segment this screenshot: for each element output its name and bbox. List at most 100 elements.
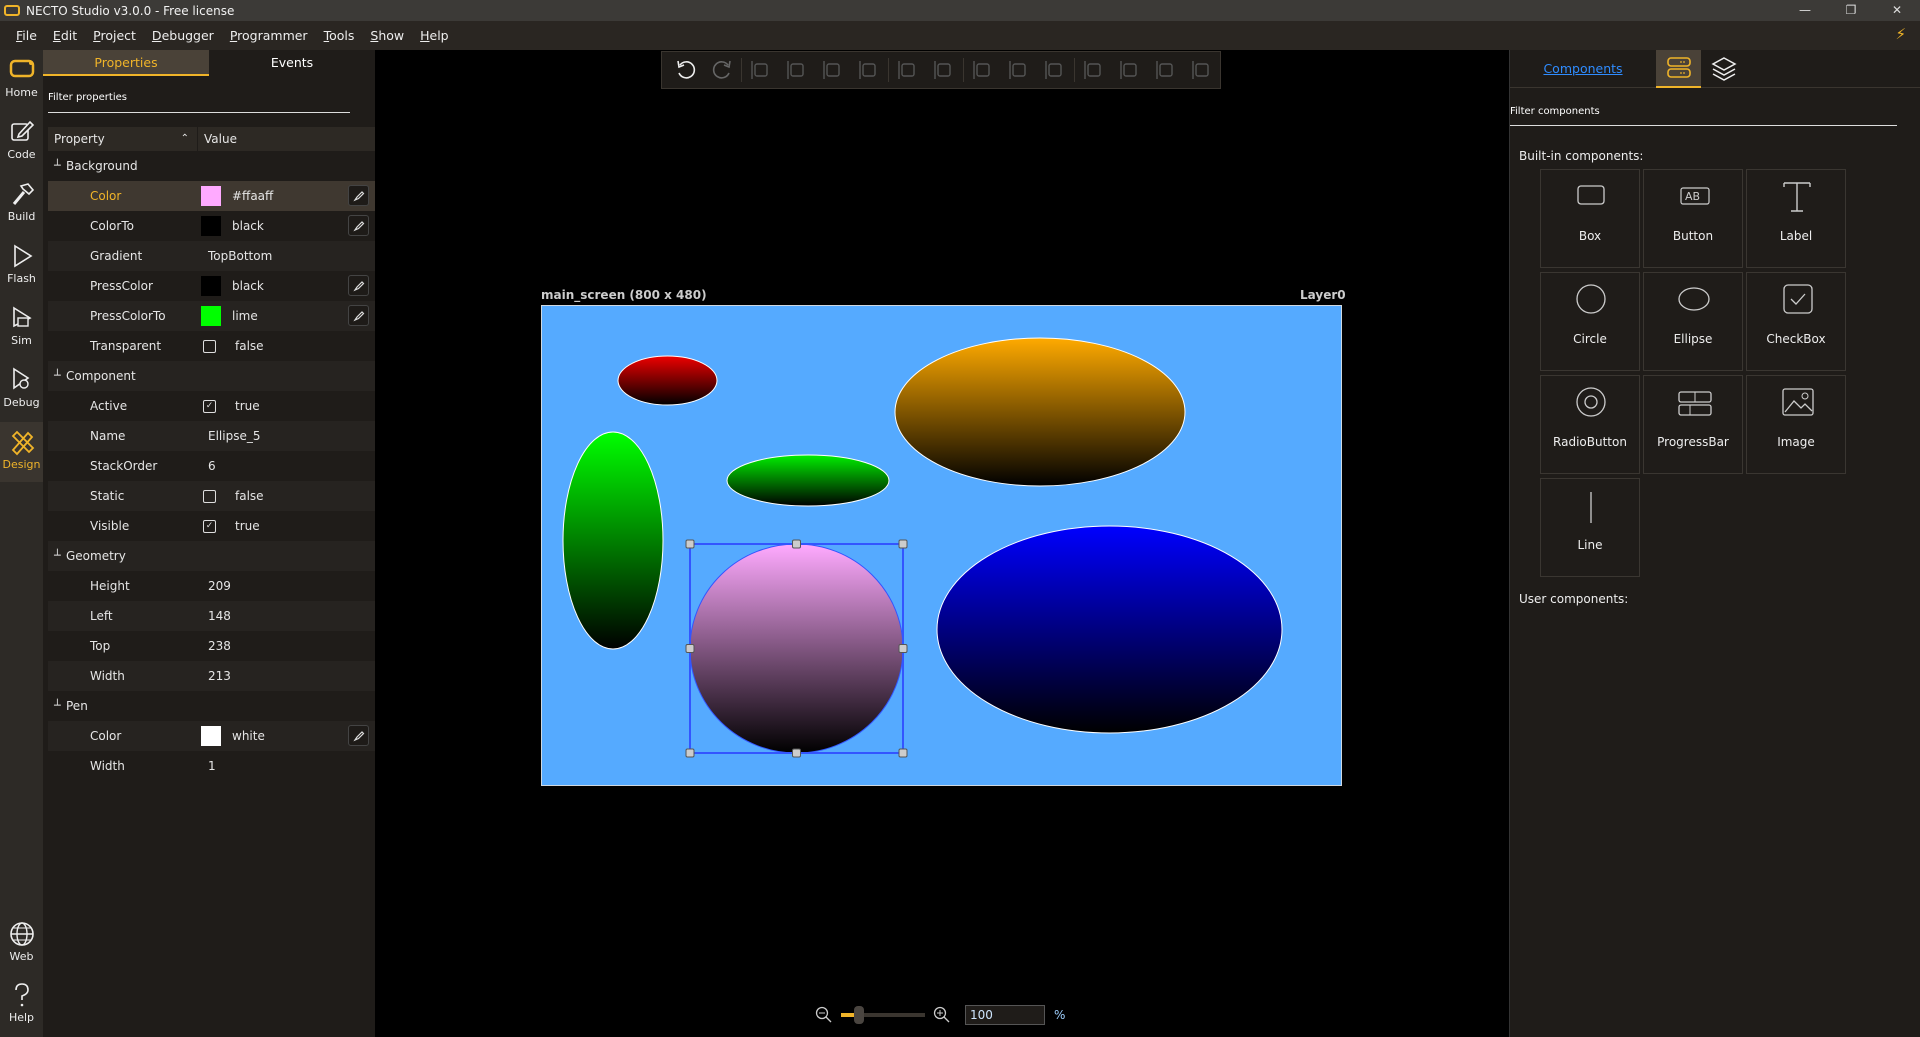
rail-flash[interactable]: Flash (0, 236, 43, 296)
resize-handle[interactable] (792, 748, 801, 758)
property-value[interactable]: ✓ true (201, 519, 260, 533)
zoom-slider-thumb[interactable] (853, 1006, 864, 1024)
lightning-icon[interactable]: ⚡ (1895, 25, 1906, 43)
property-row-color[interactable]: Color white (48, 721, 375, 751)
rail-build[interactable]: Build (0, 174, 43, 234)
tab-components[interactable]: Components (1510, 50, 1656, 88)
property-value[interactable]: white (201, 726, 265, 746)
group-pen[interactable]: ┴ Pen (48, 691, 375, 721)
property-row-active[interactable]: Active ✓ true (48, 391, 375, 421)
property-value[interactable]: black (201, 276, 264, 296)
resize-handle[interactable] (685, 748, 695, 758)
property-value[interactable]: black (201, 216, 264, 236)
color-swatch[interactable] (201, 186, 221, 206)
property-value[interactable]: Ellipse_5 (208, 429, 260, 443)
color-swatch[interactable] (201, 216, 221, 236)
center-vertical-button[interactable] (926, 55, 962, 85)
rail-code[interactable]: Code (0, 112, 43, 172)
canvas-ellipse-green-tall[interactable] (562, 431, 664, 650)
tab-properties[interactable]: Properties (43, 50, 209, 76)
collapse-icon[interactable]: ┴ (54, 549, 61, 562)
property-row-color[interactable]: Color #ffaaff (48, 181, 375, 211)
canvas-ellipse_5[interactable] (689, 543, 904, 754)
redo-button[interactable] (704, 55, 740, 85)
edit-color-button[interactable] (348, 185, 369, 206)
property-row-static[interactable]: Static false (48, 481, 375, 511)
rail-home[interactable]: Home (0, 50, 43, 110)
menu-show[interactable]: Show (370, 28, 404, 43)
zoom-slider[interactable] (841, 1006, 925, 1024)
menu-file[interactable]: File (16, 28, 37, 43)
zoom-input[interactable]: 100 (965, 1005, 1045, 1025)
menu-tools[interactable]: Tools (324, 28, 355, 43)
edit-color-button[interactable] (348, 275, 369, 296)
property-value[interactable]: #ffaaff (201, 186, 273, 206)
component-line[interactable]: Line (1540, 478, 1640, 577)
property-row-transparent[interactable]: Transparent false (48, 331, 375, 361)
property-row-visible[interactable]: Visible ✓ true (48, 511, 375, 541)
resize-handle[interactable] (685, 644, 695, 653)
group-background[interactable]: ┴ Background (48, 151, 375, 181)
minimize-icon[interactable]: — (1782, 0, 1828, 21)
collapse-icon[interactable]: ┴ (54, 159, 61, 172)
rail-help[interactable]: Help (0, 975, 43, 1035)
property-row-stackorder[interactable]: StackOrder 6 (48, 451, 375, 481)
align-bottom-button[interactable] (815, 55, 851, 85)
canvas-ellipse-green-flat[interactable] (726, 454, 890, 507)
tab-events[interactable]: Events (209, 50, 375, 76)
component-box[interactable]: Box (1540, 169, 1640, 268)
property-row-width[interactable]: Width 213 (48, 661, 375, 691)
property-value[interactable]: 209 (208, 579, 231, 593)
resize-handle[interactable] (685, 539, 695, 549)
property-value[interactable]: lime (201, 306, 258, 326)
checkbox[interactable] (203, 489, 216, 503)
canvas-ellipse-red[interactable] (617, 355, 718, 406)
resize-handle[interactable] (898, 539, 908, 549)
collapse-icon[interactable]: ┴ (54, 369, 61, 382)
filter-components-input[interactable]: Filter components (1510, 106, 1600, 117)
color-swatch[interactable] (201, 306, 221, 326)
resize-handle[interactable] (898, 644, 908, 653)
canvas-ellipse-orange[interactable] (894, 337, 1186, 487)
property-value[interactable]: TopBottom (208, 249, 272, 263)
group-geometry[interactable]: ┴ Geometry (48, 541, 375, 571)
property-value[interactable]: 238 (208, 639, 231, 653)
property-row-gradient[interactable]: Gradient TopBottom (48, 241, 375, 271)
property-row-colorto[interactable]: ColorTo black (48, 211, 375, 241)
same-height-button[interactable] (1001, 55, 1037, 85)
space-horizontal-button[interactable] (1148, 55, 1184, 85)
property-row-height[interactable]: Height 209 (48, 571, 375, 601)
component-progressbar[interactable]: ProgressBar (1643, 375, 1743, 474)
same-width-button[interactable] (965, 55, 1001, 85)
property-value[interactable]: 148 (208, 609, 231, 623)
layers-tab[interactable] (1701, 50, 1746, 88)
color-swatch[interactable] (201, 726, 221, 746)
menu-programmer[interactable]: Programmer (230, 28, 308, 43)
property-row-left[interactable]: Left 148 (48, 601, 375, 631)
collapse-icon[interactable]: ┴ (54, 699, 61, 712)
design-canvas[interactable] (541, 305, 1342, 786)
close-icon[interactable]: ✕ (1874, 0, 1920, 21)
property-row-top[interactable]: Top 238 (48, 631, 375, 661)
edit-color-button[interactable] (348, 725, 369, 746)
component-label[interactable]: Label (1746, 169, 1846, 268)
edit-color-button[interactable] (348, 215, 369, 236)
checkbox[interactable] (203, 339, 216, 353)
zoom-in-icon[interactable] (933, 1006, 951, 1024)
same-size-button[interactable] (1037, 55, 1073, 85)
align-left-button[interactable] (743, 55, 779, 85)
resize-handle[interactable] (792, 539, 801, 549)
component-ellipse[interactable]: Ellipse (1643, 272, 1743, 371)
property-row-presscolorto[interactable]: PressColorTo lime (48, 301, 375, 331)
checkbox[interactable]: ✓ (203, 519, 216, 533)
space-vertical-button[interactable] (1184, 55, 1220, 85)
align-right-button[interactable] (851, 55, 887, 85)
canvas-shapes[interactable] (542, 306, 1342, 786)
filter-properties-input[interactable]: Filter properties (48, 92, 127, 103)
center-horizontal-button[interactable] (890, 55, 926, 85)
distribute-horizontal-button[interactable] (1076, 55, 1112, 85)
column-property[interactable]: Property ⌃ (48, 127, 198, 151)
checkbox[interactable]: ✓ (203, 399, 216, 413)
property-value[interactable]: ✓ true (201, 399, 260, 413)
property-value[interactable]: false (201, 339, 264, 353)
